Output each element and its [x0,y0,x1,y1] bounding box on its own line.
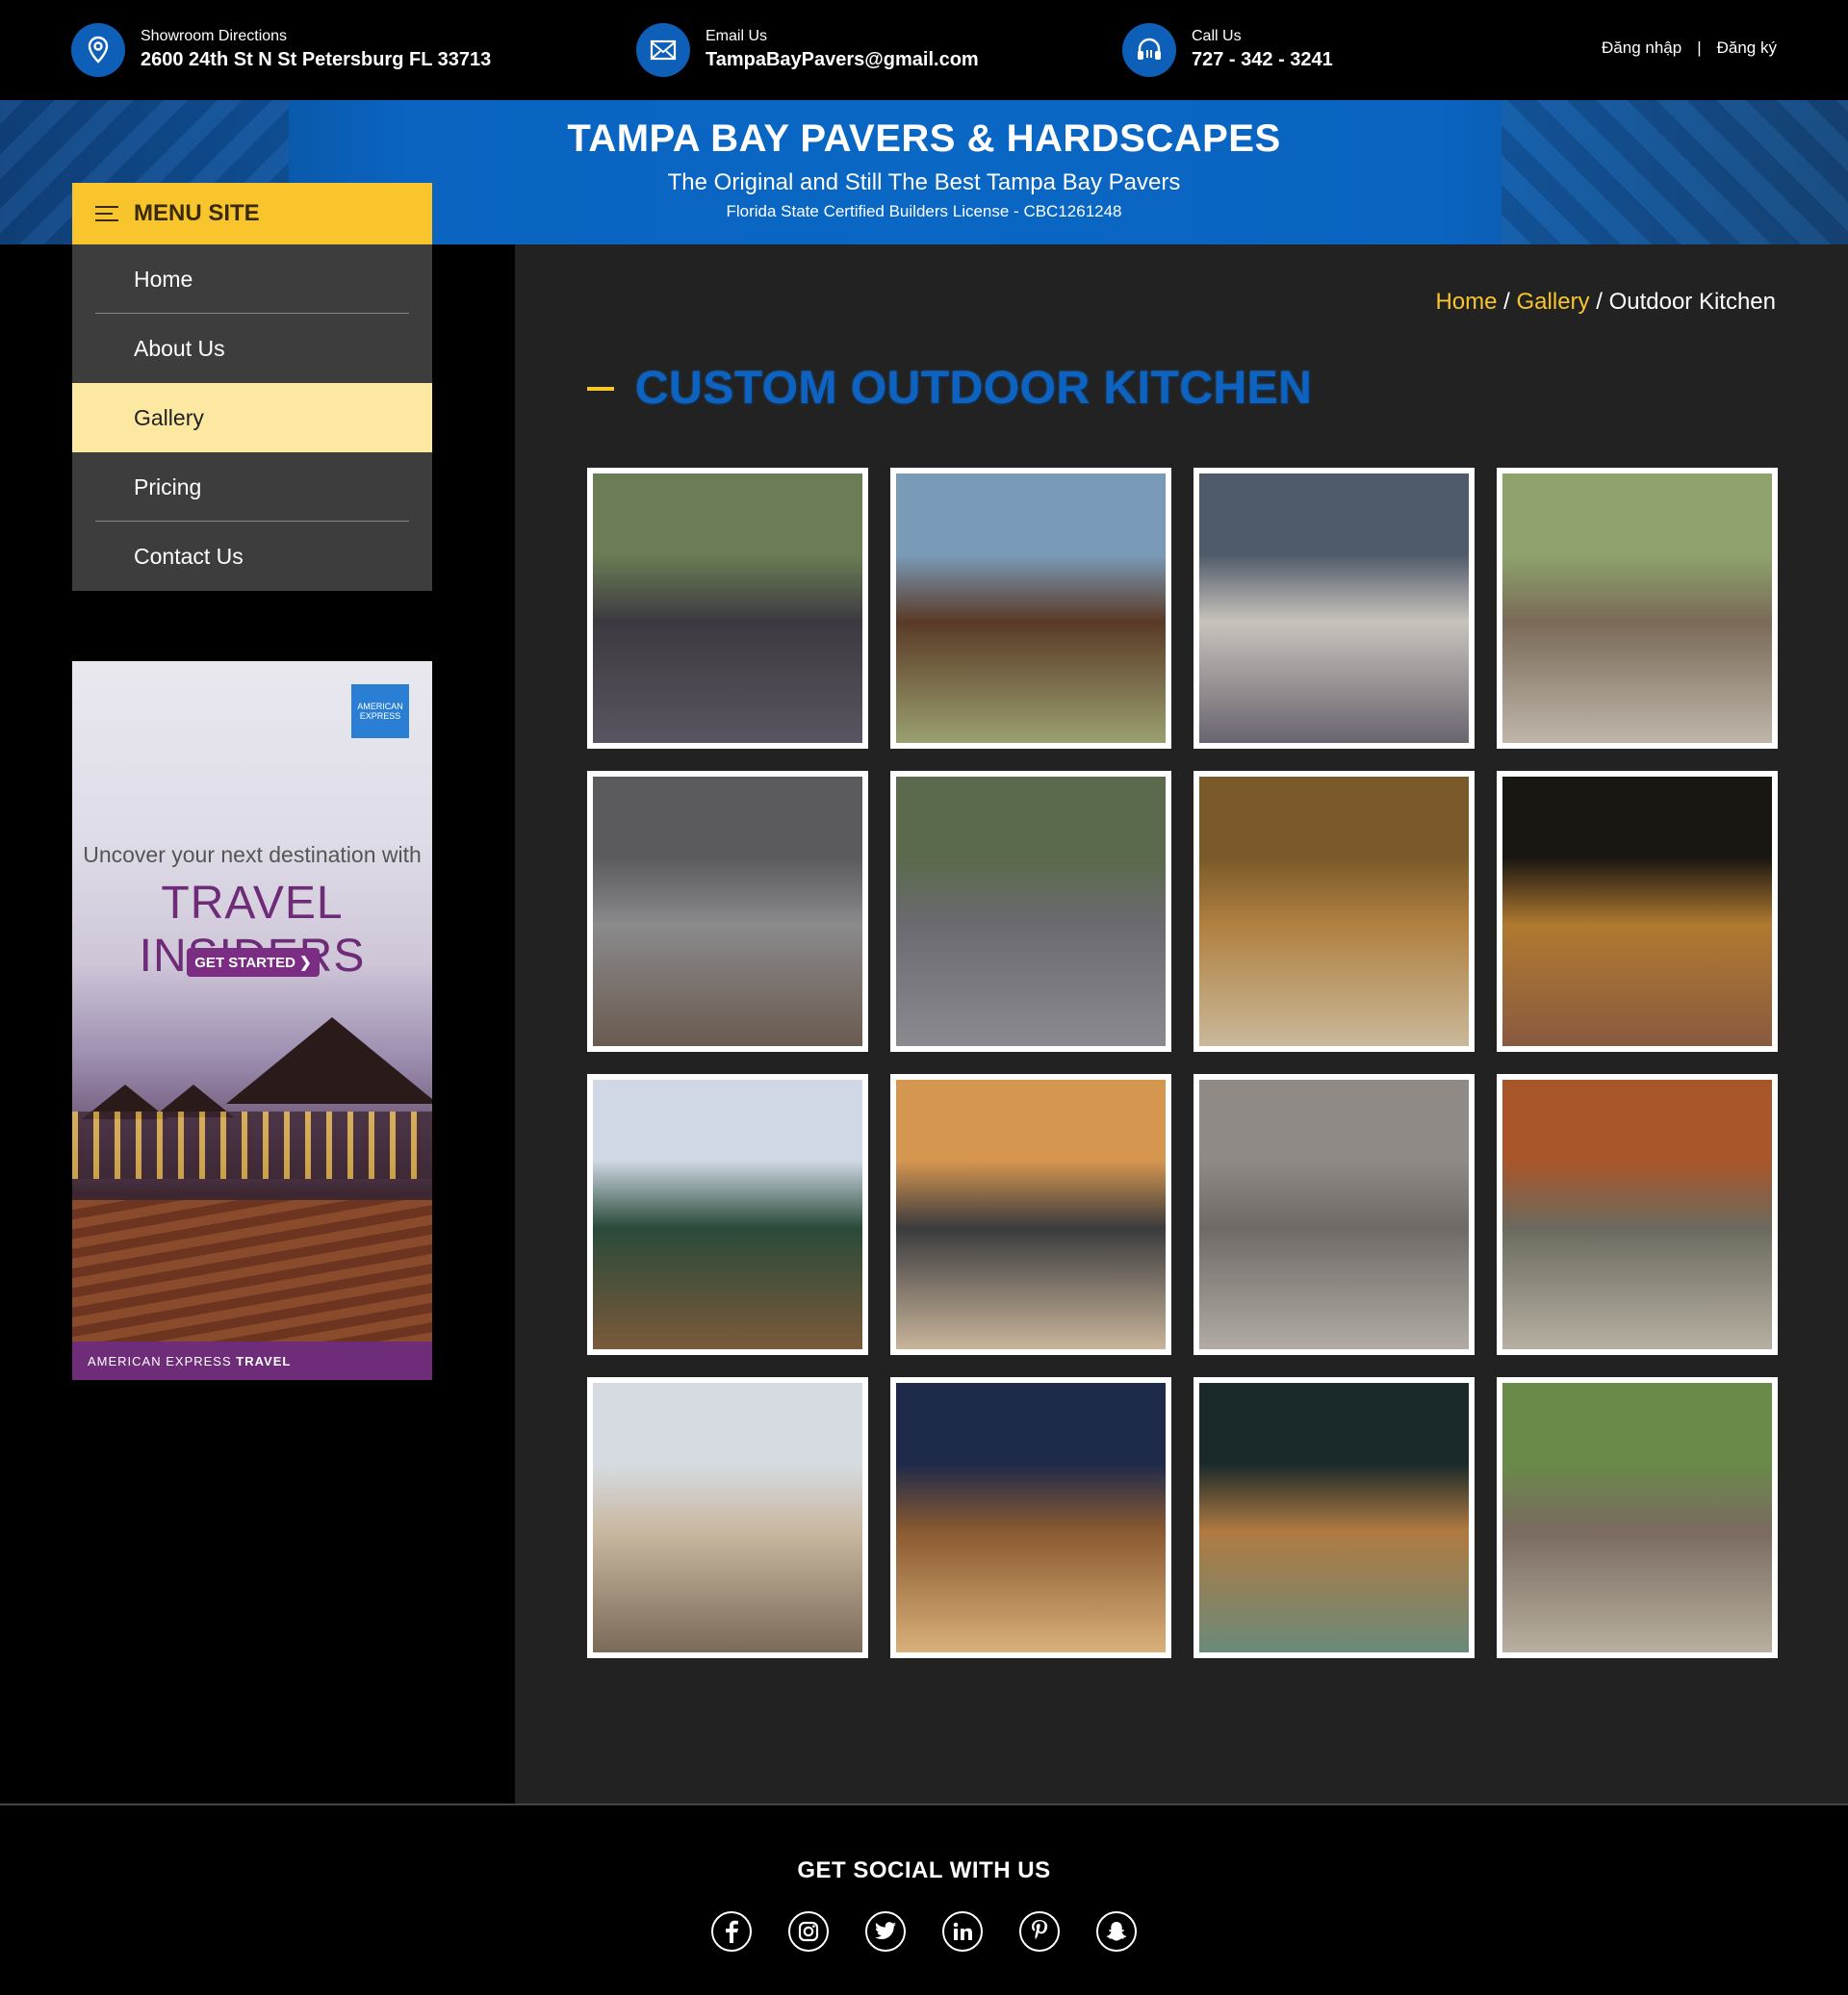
footer: GET SOCIAL WITH US [0,1803,1848,1995]
top-contact-bar: Showroom Directions 2600 24th St N St Pe… [0,0,1848,100]
sidebar-item-about-us[interactable]: About Us [72,314,432,383]
sidebar-menu-header: MENU SITE [72,183,432,244]
gallery-thumbnail[interactable] [1194,468,1475,749]
gallery-image [896,1383,1166,1652]
site-title[interactable]: TAMPA BAY PAVERS & HARDSCAPES [0,117,1848,161]
sidebar-item-gallery[interactable]: Gallery [72,383,432,452]
map-pin-icon [71,23,125,77]
sidebar-item-contact-us[interactable]: Contact Us [72,522,432,591]
breadcrumb-separator: / [1596,289,1603,315]
contact-label: Email Us [706,28,768,44]
breadcrumb: Home / Gallery / Outdoor Kitchen [1435,289,1776,316]
gallery-thumbnail[interactable] [1497,1074,1778,1355]
breadcrumb-current: Outdoor Kitchen [1608,289,1776,315]
gallery-thumbnail[interactable] [1194,1074,1475,1355]
footer-heading: GET SOCIAL WITH US [797,1857,1051,1883]
register-link[interactable]: Đăng ký [1717,38,1777,58]
gallery-thumbnail[interactable] [890,1074,1171,1355]
ad-deck-image [72,1200,432,1344]
contact-label: Showroom Directions [141,28,288,44]
instagram-icon[interactable] [788,1911,829,1952]
ad-bungalow-image [226,1017,432,1104]
ad-lights-image [72,1112,432,1179]
page-title-wrap: CUSTOM OUTDOOR KITCHEN [587,362,1312,415]
gallery-thumbnail[interactable] [890,468,1171,749]
gallery-image [1199,1383,1469,1652]
gallery-thumbnail[interactable] [1194,771,1475,1052]
auth-links: Đăng nhập | Đăng ký [1602,38,1777,58]
gallery-image [1502,1383,1772,1652]
gallery-image [593,1080,862,1349]
gallery-image [1199,473,1469,743]
contact-value: 727 - 342 - 3241 [1192,49,1333,70]
gallery-image [896,777,1166,1046]
contact-value: TampaBayPavers@gmail.com [706,49,979,70]
sidebar-item-home[interactable]: Home [72,244,432,314]
ad-headline-small: Uncover your next destination with [83,842,422,867]
gallery-thumbnail[interactable] [587,1074,868,1355]
gallery-thumbnail[interactable] [1497,1377,1778,1658]
breadcrumb-separator: / [1503,289,1510,315]
gallery-image [896,1080,1166,1349]
gallery-thumbnail[interactable] [1497,468,1778,749]
gallery-thumbnail[interactable] [890,1377,1171,1658]
gallery-thumbnail[interactable] [587,468,868,749]
ad-footer-bold: TRAVEL [236,1353,292,1368]
ad-footer-text: AMERICAN EXPRESS [88,1353,232,1368]
main-content: Home / Gallery / Outdoor Kitchen CUSTOM … [515,244,1848,1803]
ad-get-started-button[interactable]: GET STARTED ❯ [187,948,320,977]
contact-value: 2600 24th St N St Petersburg FL 33713 [141,49,492,70]
menu-icon [95,206,118,221]
envelope-icon [636,23,690,77]
sidebar-advertisement[interactable]: AMERICAN EXPRESS Uncover your next desti… [72,661,432,1380]
gallery-thumbnail[interactable] [890,771,1171,1052]
facebook-icon[interactable] [711,1911,752,1952]
gallery-image [1502,473,1772,743]
login-link[interactable]: Đăng nhập [1602,38,1681,58]
breadcrumb-home[interactable]: Home [1435,289,1497,315]
gallery-image [896,473,1166,743]
ad-footer: AMERICAN EXPRESS TRAVEL [72,1342,432,1380]
gallery-image [593,1383,862,1652]
gallery-grid [587,468,1778,1658]
gallery-image [593,473,862,743]
page-title: CUSTOM OUTDOOR KITCHEN [635,363,1313,414]
gallery-thumbnail[interactable] [1194,1377,1475,1658]
gallery-image [1502,1080,1772,1349]
twitter-icon[interactable] [865,1911,906,1952]
sidebar-menu: Home About Us Gallery Pricing Contact Us [72,244,432,591]
gallery-thumbnail[interactable] [587,771,868,1052]
title-accent-dash [587,386,614,391]
contact-email[interactable]: Email Us TampaBayPavers@gmail.com [636,23,979,77]
gallery-thumbnail[interactable] [1497,771,1778,1052]
headset-icon [1122,23,1176,77]
contact-directions[interactable]: Showroom Directions 2600 24th St N St Pe… [71,23,491,77]
sidebar-menu-title: MENU SITE [134,200,260,226]
linkedin-icon[interactable] [942,1911,983,1952]
pinterest-icon[interactable] [1019,1911,1060,1952]
sidebar-item-pricing[interactable]: Pricing [72,452,432,522]
auth-divider: | [1697,38,1702,57]
gallery-image [1199,777,1469,1046]
gallery-image [593,777,862,1046]
gallery-thumbnail[interactable] [587,1377,868,1658]
amex-logo: AMERICAN EXPRESS [351,684,409,738]
snapchat-icon[interactable] [1096,1911,1137,1952]
contact-phone[interactable]: Call Us 727 - 342 - 3241 [1122,23,1333,77]
contact-label: Call Us [1192,28,1242,44]
gallery-image [1502,777,1772,1046]
breadcrumb-gallery[interactable]: Gallery [1517,289,1590,315]
gallery-image [1199,1080,1469,1349]
social-links [711,1911,1137,1952]
